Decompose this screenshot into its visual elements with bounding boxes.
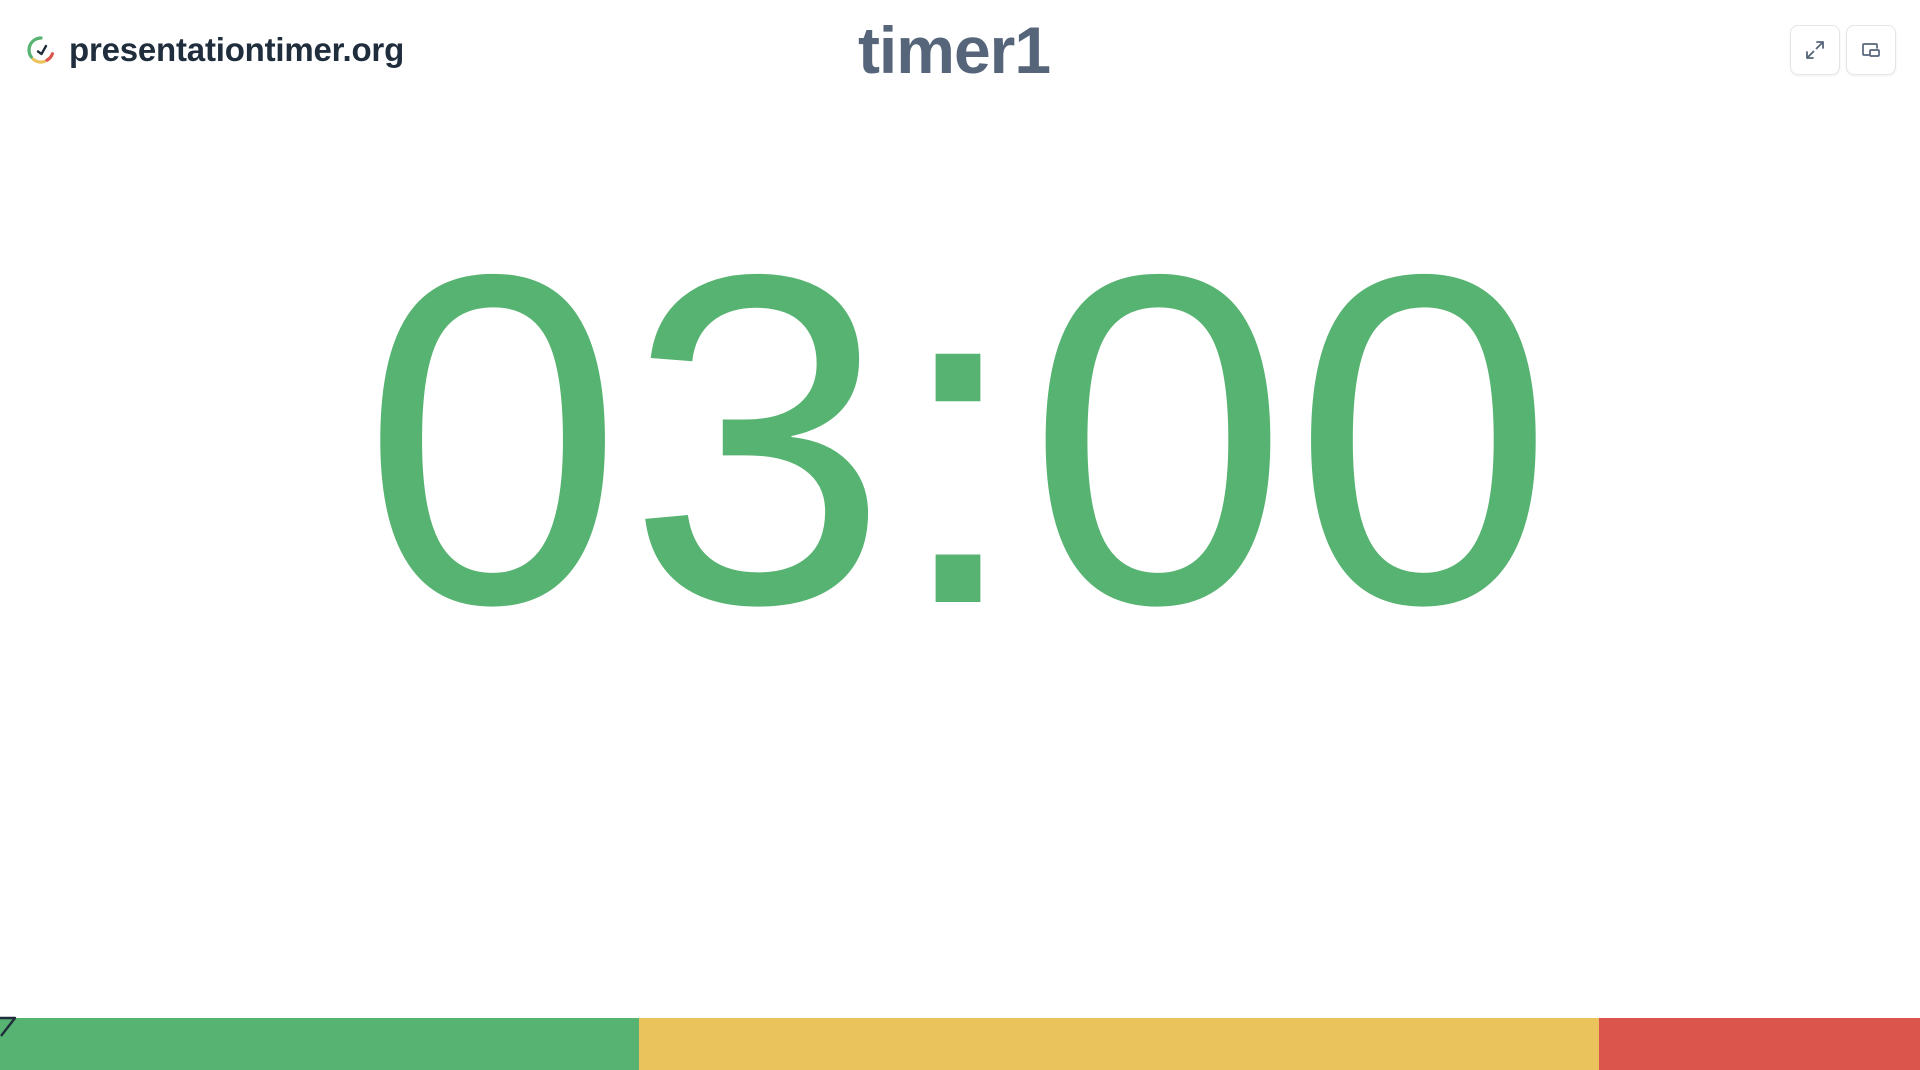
picture-in-picture-icon xyxy=(1862,43,1880,57)
progress-segment-yellow xyxy=(639,1018,1600,1070)
picture-in-picture-button[interactable] xyxy=(1846,25,1896,75)
progress-segment-red xyxy=(1599,1018,1920,1070)
countdown-display: 03:00 xyxy=(361,177,1559,702)
timer-title: timer1 xyxy=(857,13,1051,87)
progress-marker-icon xyxy=(0,1016,17,1037)
progress-bar xyxy=(0,1018,1920,1070)
expand-icon xyxy=(1806,41,1824,59)
presentation-timer-page: presentationtimer.org timer1 03:00 xyxy=(0,0,1920,1070)
progress-segment-green xyxy=(0,1018,640,1070)
fullscreen-button[interactable] xyxy=(1790,25,1840,75)
